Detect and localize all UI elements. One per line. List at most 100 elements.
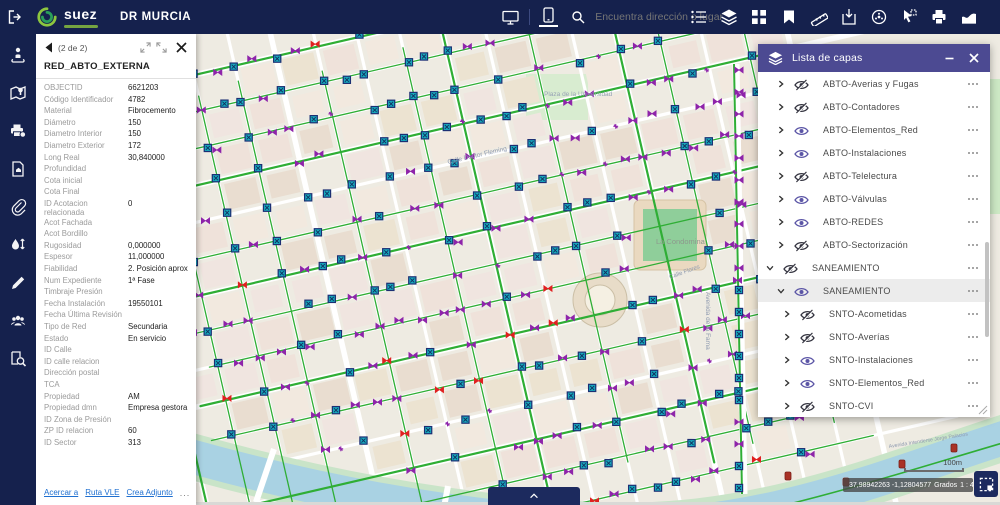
layers-icon[interactable] (719, 8, 738, 27)
groups-icon[interactable] (9, 312, 28, 331)
layer-menu-icon[interactable] (968, 83, 978, 85)
layer-menu-icon[interactable] (968, 244, 978, 246)
select-icon[interactable] (899, 8, 918, 27)
chevron-right-icon[interactable] (775, 78, 787, 90)
eye-icon[interactable] (794, 216, 809, 228)
layer-row[interactable]: SNTO-Averías (758, 325, 990, 348)
query-icon[interactable] (9, 350, 28, 369)
layer-menu-icon[interactable] (968, 129, 978, 131)
eye-off-icon[interactable] (783, 262, 798, 274)
eye-off-icon[interactable] (794, 239, 809, 251)
chevron-right-icon[interactable] (781, 331, 793, 343)
eye-icon[interactable] (800, 354, 815, 366)
layer-menu-icon[interactable] (968, 152, 978, 154)
map-location-icon[interactable] (9, 84, 28, 103)
more-actions-icon[interactable]: ... (180, 491, 191, 495)
chevron-right-icon[interactable] (775, 193, 787, 205)
layer-menu-icon[interactable] (968, 175, 978, 177)
layer-row[interactable]: ABTO-Contadores (758, 95, 990, 118)
chevron-right-icon[interactable] (781, 377, 793, 389)
layer-menu-icon[interactable] (968, 336, 978, 338)
chevron-right-icon[interactable] (781, 400, 793, 412)
close-icon[interactable] (175, 41, 188, 54)
field-row: ID Calle (44, 345, 188, 357)
layer-row[interactable]: ABTO-REDES (758, 210, 990, 233)
water-flow-icon[interactable] (9, 236, 28, 255)
edit-icon[interactable] (9, 274, 28, 293)
layer-menu-icon[interactable] (968, 106, 978, 108)
layer-menu-icon[interactable] (968, 382, 978, 384)
close-icon[interactable] (968, 52, 980, 64)
chevron-right-icon[interactable] (775, 170, 787, 182)
minimize-icon[interactable] (944, 53, 955, 64)
layer-row[interactable]: ABTO-Telelectura (758, 164, 990, 187)
streetview-icon[interactable] (9, 46, 28, 65)
coordinate-bar[interactable]: 37,98942263 -1,12804577 Grados 1 : 4.514 (843, 478, 973, 492)
report-icon[interactable] (9, 160, 28, 179)
chevron-right-icon[interactable] (775, 239, 787, 251)
eye-off-icon[interactable] (794, 78, 809, 90)
exit-icon[interactable] (0, 9, 30, 25)
layer-menu-icon[interactable] (968, 290, 978, 292)
print-icon[interactable] (929, 8, 948, 27)
attribute-table-tab[interactable] (488, 487, 580, 505)
resize-handle-icon[interactable] (978, 405, 988, 415)
eye-off-icon[interactable] (794, 170, 809, 182)
field-label: Tipo de Red (44, 322, 128, 331)
legend-icon[interactable] (689, 8, 708, 27)
eye-icon[interactable] (794, 147, 809, 159)
field-row: MaterialFibrocemento (44, 106, 188, 118)
overview-map-button[interactable] (974, 471, 998, 497)
eye-off-icon[interactable] (800, 331, 815, 343)
measure-icon[interactable] (809, 8, 828, 27)
layer-menu-icon[interactable] (968, 405, 978, 407)
layer-row[interactable]: ABTO-Averias y Fugas (758, 72, 990, 95)
layer-row[interactable]: SNTO-Instalaciones (758, 348, 990, 371)
layer-row[interactable]: SNTO-Acometidas (758, 302, 990, 325)
chevron-right-icon[interactable] (781, 354, 793, 366)
search-icon[interactable] (568, 8, 587, 27)
layer-row[interactable]: SANEAMIENTO (758, 279, 990, 302)
layer-menu-icon[interactable] (968, 221, 978, 223)
eye-off-icon[interactable] (800, 400, 815, 412)
bookmark-icon[interactable] (779, 8, 798, 27)
eye-off-icon[interactable] (800, 308, 815, 320)
mobile-icon[interactable] (539, 8, 558, 27)
layer-row[interactable]: ABTO-Instalaciones (758, 141, 990, 164)
eye-off-icon[interactable] (794, 101, 809, 113)
print-session-icon[interactable] (9, 122, 28, 141)
eye-icon[interactable] (794, 285, 809, 297)
export-map-icon[interactable] (839, 8, 858, 27)
eye-icon[interactable] (794, 193, 809, 205)
chevron-right-icon[interactable] (775, 216, 787, 228)
layer-menu-icon[interactable] (968, 267, 978, 269)
layer-row[interactable]: SNTO-CVI (758, 394, 990, 417)
prev-feature-icon[interactable] (44, 42, 54, 53)
dock-arrows-icon[interactable] (140, 42, 167, 53)
chevron-right-icon[interactable] (775, 124, 787, 136)
chevron-right-icon[interactable] (775, 101, 787, 113)
eye-icon[interactable] (800, 377, 815, 389)
attachments-icon[interactable] (9, 198, 28, 217)
layer-menu-icon[interactable] (968, 198, 978, 200)
palette-icon[interactable] (869, 8, 888, 27)
layer-row[interactable]: ABTO-Elementos_Red (758, 118, 990, 141)
action-link[interactable]: Acercar a (44, 488, 78, 497)
layer-menu-icon[interactable] (968, 359, 978, 361)
profile-chart-icon[interactable] (959, 8, 978, 27)
action-link[interactable]: Ruta VLE (85, 488, 119, 497)
basemap-icon[interactable] (749, 8, 768, 27)
eye-icon[interactable] (794, 124, 809, 136)
layer-row[interactable]: ABTO-Válvulas (758, 187, 990, 210)
desktop-icon[interactable] (501, 8, 520, 27)
layer-menu-icon[interactable] (968, 313, 978, 315)
chevron-right-icon[interactable] (775, 147, 787, 159)
layer-row[interactable]: SANEAMIENTO (758, 256, 990, 279)
layer-row[interactable]: SNTO-Elementos_Red (758, 371, 990, 394)
chevron-down-icon[interactable] (775, 285, 787, 297)
scrollbar[interactable] (985, 242, 989, 337)
chevron-right-icon[interactable] (781, 308, 793, 320)
chevron-down-icon[interactable] (764, 262, 776, 274)
action-link[interactable]: Crea Adjunto (126, 488, 172, 497)
layer-row[interactable]: ABTO-Sectorización (758, 233, 990, 256)
